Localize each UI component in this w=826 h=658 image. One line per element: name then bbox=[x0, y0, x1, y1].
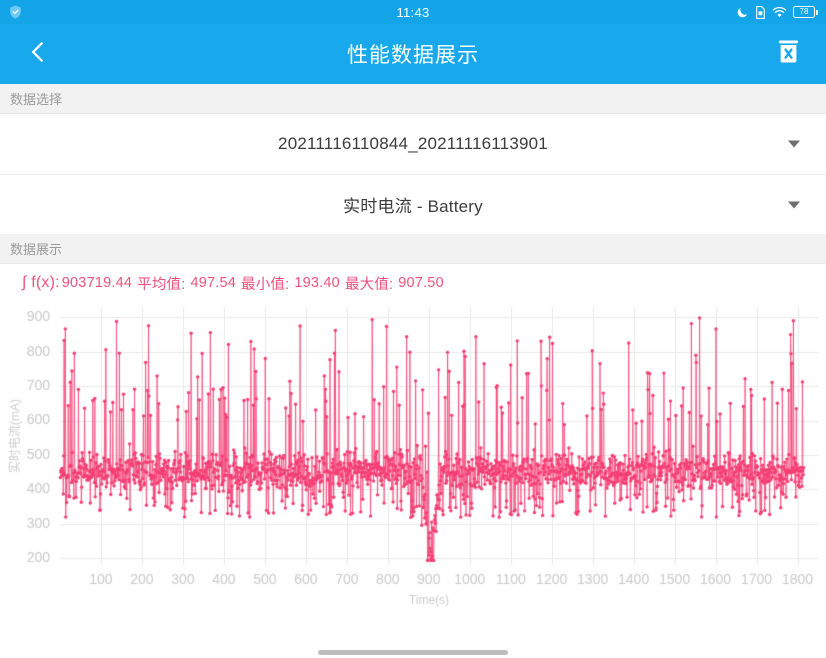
wifi-icon bbox=[772, 6, 787, 19]
minimum-value: 193.40 bbox=[294, 275, 340, 291]
integral-label: ∫ f(x): bbox=[22, 274, 60, 292]
metric-selector[interactable]: 实时电流 - Battery bbox=[0, 174, 826, 234]
average-label: 平均值: bbox=[137, 273, 185, 294]
trash-x-icon bbox=[775, 38, 802, 70]
maximum-value: 907.50 bbox=[398, 275, 444, 291]
chevron-left-icon bbox=[25, 39, 51, 70]
battery-cap bbox=[816, 10, 818, 15]
back-button[interactable] bbox=[16, 32, 60, 76]
sim-card-icon bbox=[755, 6, 766, 19]
chevron-down-icon bbox=[788, 201, 800, 208]
status-bar: 11:43 78 bbox=[0, 0, 826, 24]
status-bar-clock: 11:43 bbox=[0, 5, 826, 20]
page-title: 性能数据展示 bbox=[0, 39, 826, 69]
app-bar: 性能数据展示 bbox=[0, 24, 826, 84]
section-header-data-select: 数据选择 bbox=[0, 84, 826, 114]
current-chart[interactable] bbox=[0, 302, 826, 612]
battery-level: 78 bbox=[793, 6, 815, 18]
dataset-selector[interactable]: 20211116110844_20211116113901 bbox=[0, 114, 826, 174]
status-bar-right-icons: 78 bbox=[736, 6, 818, 19]
crescent-moon-icon bbox=[736, 6, 749, 19]
integral-value: 903719.44 bbox=[62, 275, 132, 291]
chevron-down-icon bbox=[788, 141, 800, 148]
section-header-data-display: 数据展示 bbox=[0, 234, 826, 264]
maximum-label: 最大值: bbox=[345, 273, 393, 294]
metric-selector-value: 实时电流 - Battery bbox=[343, 192, 483, 217]
statistics-summary: ∫ f(x): 903719.44 平均值: 497.54 最小值: 193.4… bbox=[0, 264, 826, 302]
home-indicator bbox=[318, 650, 508, 655]
average-value: 497.54 bbox=[190, 275, 236, 291]
delete-button[interactable] bbox=[766, 32, 810, 76]
minimum-label: 最小值: bbox=[241, 273, 289, 294]
current-chart-canvas[interactable] bbox=[0, 302, 826, 612]
battery-icon: 78 bbox=[793, 6, 818, 18]
dataset-selector-value: 20211116110844_20211116113901 bbox=[278, 134, 548, 154]
